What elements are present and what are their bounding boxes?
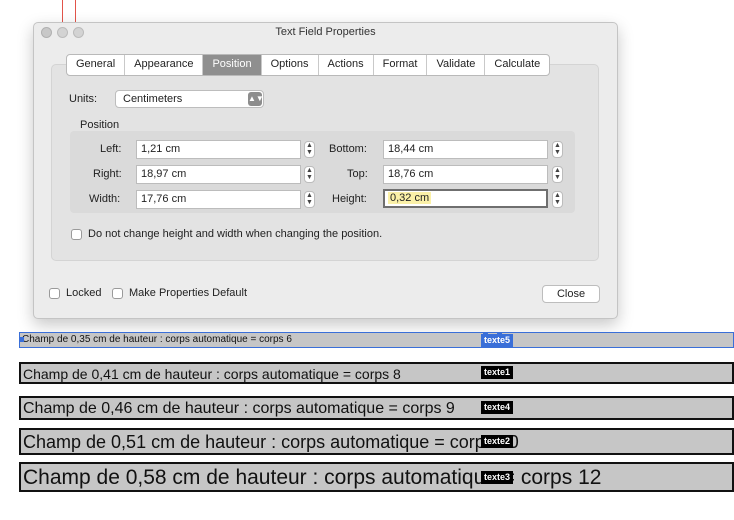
resize-handle[interactable]: [497, 333, 502, 337]
width-stepper[interactable]: ▲ ▼: [304, 191, 315, 208]
row-text: Champ de 0,51 cm de hauteur : corps auto…: [23, 432, 519, 452]
locked-label: Locked: [66, 287, 102, 299]
form-field-row[interactable]: Champ de 0,41 cm de hauteur : corps auto…: [19, 362, 734, 384]
resize-handle[interactable]: [483, 333, 488, 337]
keep-size-label: Do not change height and width when chan…: [88, 228, 383, 240]
top-field[interactable]: 18,76 cm: [383, 165, 548, 184]
form-field-row[interactable]: Champ de 0,51 cm de hauteur : corps auto…: [19, 428, 734, 455]
tab-calculate[interactable]: Calculate: [485, 55, 549, 75]
height-stepper[interactable]: ▲ ▼: [552, 191, 563, 208]
tab-options[interactable]: Options: [262, 55, 319, 75]
width-field[interactable]: 17,76 cm: [136, 190, 301, 209]
guide-line: [62, 0, 63, 22]
width-label: Width:: [89, 193, 121, 205]
bottom-field[interactable]: 18,44 cm: [383, 140, 548, 159]
form-field-row[interactable]: Champ de 0,46 cm de hauteur : corps auto…: [19, 396, 734, 420]
resize-handle[interactable]: [20, 337, 24, 342]
bottom-label: Bottom:: [329, 143, 367, 155]
make-default-label: Make Properties Default: [129, 287, 247, 299]
height-field[interactable]: 0,32 cm: [383, 189, 548, 208]
title-bar: Text Field Properties: [34, 23, 617, 43]
tab-actions[interactable]: Actions: [319, 55, 374, 75]
close-button[interactable]: Close: [542, 285, 600, 303]
units-value: Centimeters: [123, 93, 183, 105]
row-text: Champ de 0,58 cm de hauteur : corps auto…: [23, 466, 602, 489]
left-field[interactable]: 1,21 cm: [136, 140, 301, 159]
make-default-checkbox[interactable]: [112, 288, 123, 299]
text-field-properties-dialog: Text Field Properties General Appearance…: [33, 22, 618, 319]
tab-format[interactable]: Format: [374, 55, 428, 75]
units-label: Units:: [69, 93, 98, 105]
tab-validate[interactable]: Validate: [427, 55, 486, 75]
field-tag: texte1: [481, 366, 514, 379]
form-field-row[interactable]: Champ de 0,35 cm de hauteur : corps auto…: [19, 332, 734, 348]
row-text: Champ de 0,41 cm de hauteur : corps auto…: [23, 366, 401, 382]
tab-general[interactable]: General: [67, 55, 126, 75]
row-text: Champ de 0,35 cm de hauteur : corps auto…: [22, 334, 292, 345]
tab-bar: General Appearance Position Options Acti…: [66, 54, 551, 76]
locked-checkbox[interactable]: [49, 288, 60, 299]
dialog-title: Text Field Properties: [275, 26, 376, 38]
field-tag: texte4: [481, 401, 514, 414]
height-value: 0,32 cm: [388, 192, 432, 204]
tab-position[interactable]: Position: [203, 55, 262, 75]
top-label: Top:: [347, 168, 368, 180]
chevron-updown-icon: ▲▼: [248, 92, 264, 106]
bottom-stepper[interactable]: ▲ ▼: [552, 141, 563, 158]
height-label: Height:: [332, 193, 367, 205]
row-text: Champ de 0,46 cm de hauteur : corps auto…: [23, 400, 455, 417]
guide-line: [75, 0, 76, 22]
left-label: Left:: [100, 143, 122, 155]
top-stepper[interactable]: ▲ ▼: [552, 166, 563, 183]
form-field-row[interactable]: Champ de 0,58 cm de hauteur : corps auto…: [19, 462, 734, 492]
position-group-label: Position: [80, 119, 120, 131]
keep-size-checkbox[interactable]: [71, 229, 82, 240]
right-stepper[interactable]: ▲ ▼: [304, 166, 315, 183]
tab-appearance[interactable]: Appearance: [125, 55, 204, 75]
field-tag: texte2: [481, 435, 514, 448]
left-stepper[interactable]: ▲ ▼: [304, 141, 315, 158]
units-select[interactable]: Centimeters ▲▼: [115, 90, 264, 108]
right-label: Right:: [93, 168, 122, 180]
right-field[interactable]: 18,97 cm: [136, 165, 301, 184]
field-tag: texte3: [481, 471, 514, 484]
